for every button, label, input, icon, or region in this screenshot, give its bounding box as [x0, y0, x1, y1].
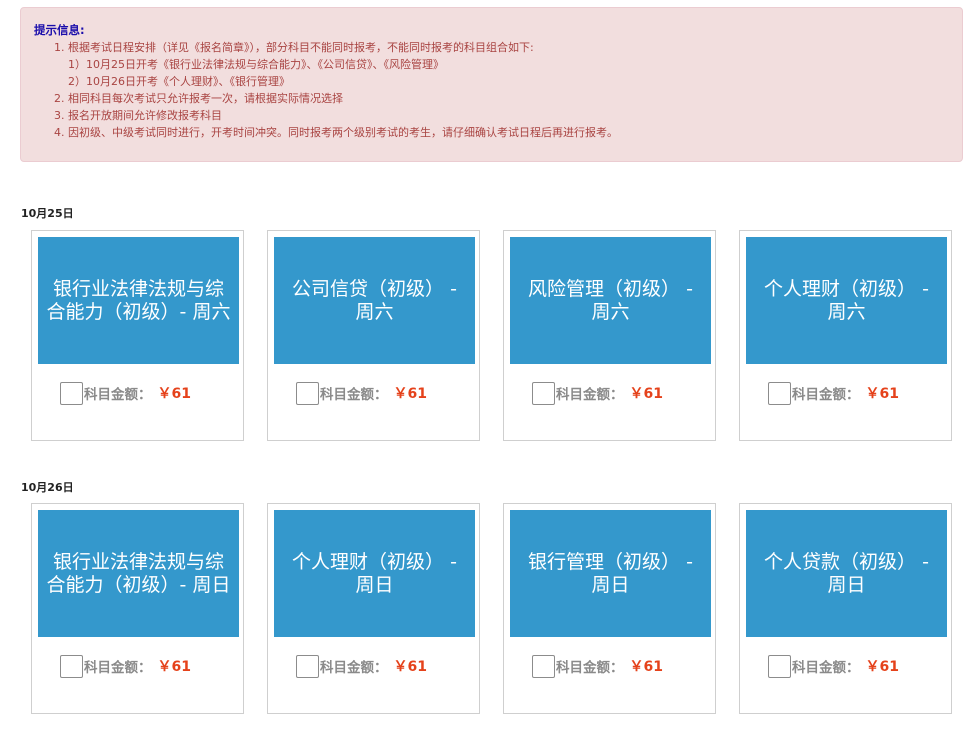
notice-line: 4. 因初级、中级考试同时进行，开考时间冲突。同时报考两个级别考试的考生，请仔细…	[54, 126, 618, 139]
subject-title: 个人理财（初级） - 周日	[274, 510, 475, 637]
notice-line: 1. 根据考试日程安排（详见《报名简章》），部分科目不能同时报考，不能同时报考的…	[54, 41, 534, 54]
price-label: 科目金额：	[556, 387, 624, 403]
subject-checkbox[interactable]	[768, 381, 791, 405]
subject-card[interactable]: 个人理财（初级） - 周六 科目金额： ￥61	[739, 230, 952, 441]
subject-card[interactable]: 风险管理（初级） - 周六 科目金额： ￥61	[503, 230, 716, 441]
price-label: 科目金额：	[320, 387, 388, 403]
price-value: ￥61	[157, 659, 191, 675]
subject-checkbox[interactable]	[296, 654, 319, 678]
subject-title: 个人贷款（初级） - 周日	[746, 510, 947, 637]
price-value: ￥61	[629, 659, 663, 675]
price-value: ￥61	[629, 386, 663, 402]
subject-checkbox[interactable]	[768, 654, 791, 678]
price-label: 科目金额：	[556, 660, 624, 676]
price-label: 科目金额：	[792, 387, 860, 403]
notice-line: 1）10月25日开考《银行业法律法规与综合能力》、《公司信贷》、《风险管理》	[68, 58, 444, 71]
price-value: ￥61	[393, 659, 427, 675]
price-label: 科目金额：	[320, 660, 388, 676]
subject-title: 银行业法律法规与综合能力（初级）- 周六	[38, 237, 239, 364]
date-heading: 10月26日	[21, 481, 74, 494]
subject-title: 风险管理（初级） - 周六	[510, 237, 711, 364]
subject-checkbox[interactable]	[60, 654, 83, 678]
price-label: 科目金额：	[84, 660, 152, 676]
subject-title: 个人理财（初级） - 周六	[746, 237, 947, 364]
subject-card[interactable]: 银行业法律法规与综合能力（初级）- 周六 科目金额： ￥61	[31, 230, 244, 441]
subject-title: 银行业法律法规与综合能力（初级）- 周日	[38, 510, 239, 637]
price-value: ￥61	[865, 659, 899, 675]
price-value: ￥61	[865, 386, 899, 402]
subject-checkbox[interactable]	[60, 381, 83, 405]
subject-card[interactable]: 银行业法律法规与综合能力（初级）- 周日 科目金额： ￥61	[31, 503, 244, 714]
subject-card[interactable]: 银行管理（初级） - 周日 科目金额： ￥61	[503, 503, 716, 714]
subject-checkbox[interactable]	[296, 381, 319, 405]
subject-title: 公司信贷（初级） - 周六	[274, 237, 475, 364]
subject-card[interactable]: 个人贷款（初级） - 周日 科目金额： ￥61	[739, 503, 952, 714]
subject-checkbox[interactable]	[532, 381, 555, 405]
notice-title: 提示信息:	[34, 23, 85, 37]
notice-line: 2. 相同科目每次考试只允许报考一次，请根据实际情况选择	[54, 92, 343, 105]
price-label: 科目金额：	[792, 660, 860, 676]
price-value: ￥61	[393, 386, 427, 402]
date-heading: 10月25日	[21, 207, 74, 220]
notice-panel: 提示信息: 1. 根据考试日程安排（详见《报名简章》），部分科目不能同时报考，不…	[20, 7, 963, 162]
subject-title: 银行管理（初级） - 周日	[510, 510, 711, 637]
price-label: 科目金额：	[84, 387, 152, 403]
subject-checkbox[interactable]	[532, 654, 555, 678]
price-value: ￥61	[157, 386, 191, 402]
notice-line: 2）10月26日开考《个人理财》、《银行管理》	[68, 75, 290, 88]
notice-line: 3. 报名开放期间允许修改报考科目	[54, 109, 222, 122]
subject-card[interactable]: 个人理财（初级） - 周日 科目金额： ￥61	[267, 503, 480, 714]
subject-card[interactable]: 公司信贷（初级） - 周六 科目金额： ￥61	[267, 230, 480, 441]
